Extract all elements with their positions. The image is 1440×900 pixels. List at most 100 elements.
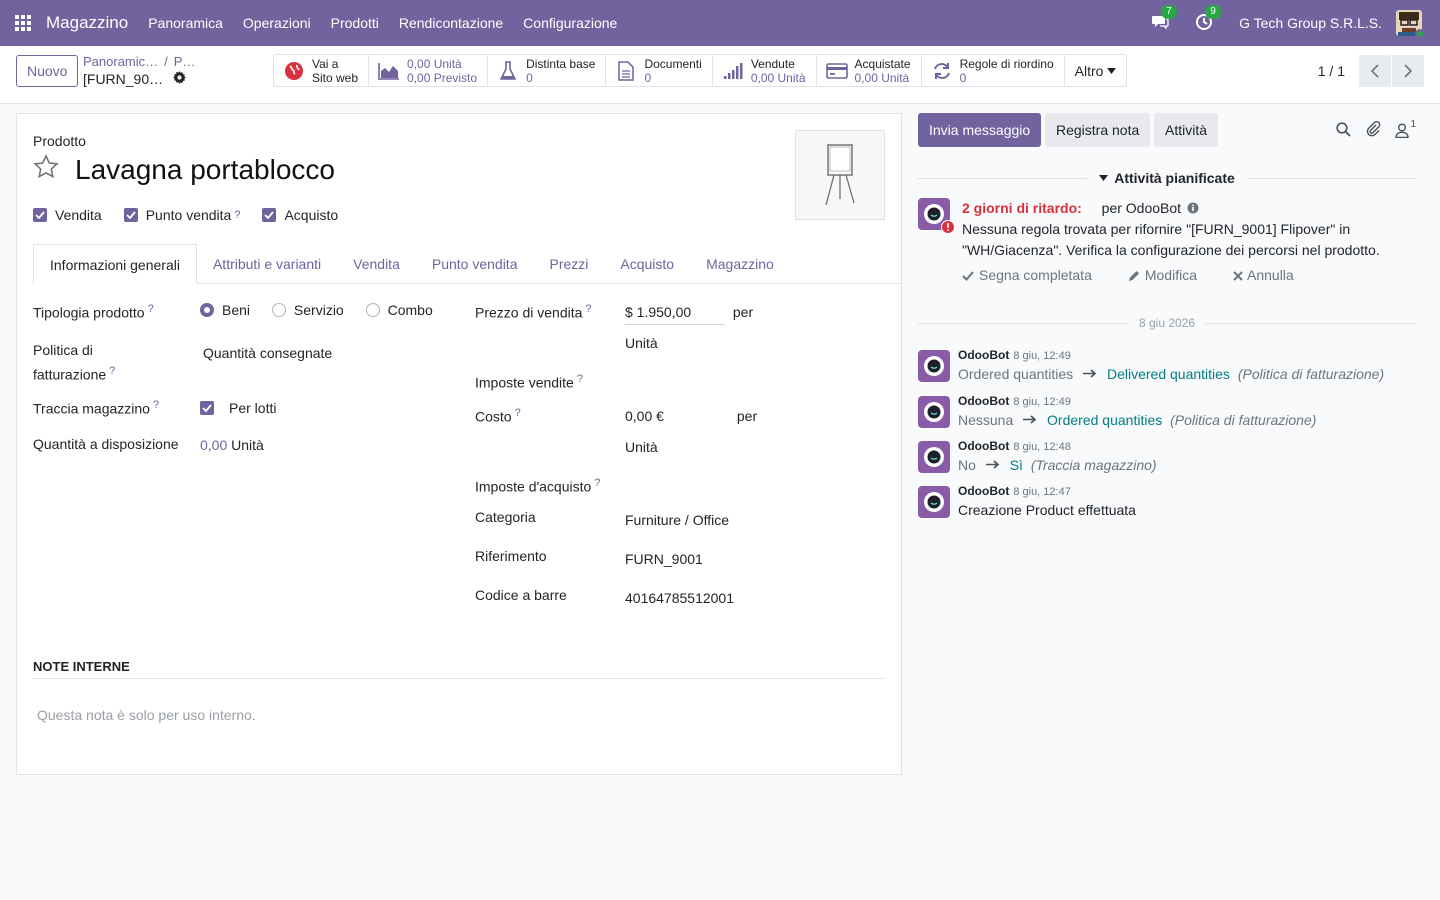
mark-done-button[interactable]: Segna completata <box>962 265 1110 286</box>
message-text: Creazione Product effettuata <box>958 502 1136 518</box>
chevron-left-icon <box>1371 64 1379 78</box>
user-avatar[interactable] <box>1396 10 1425 39</box>
smart-button-website-line1: Vai a <box>312 56 339 71</box>
product-type-label: Tipologia prodotto? <box>33 299 154 324</box>
can-be-purchased-checkbox[interactable]: Acquisto <box>262 207 338 223</box>
tab-prices[interactable]: Prezzi <box>533 244 604 284</box>
invoice-policy-value[interactable]: Quantità consegnate <box>203 345 332 361</box>
help-tooltip-icon[interactable]: ? <box>577 373 583 385</box>
category-label: Categoria <box>475 509 536 525</box>
help-tooltip-icon[interactable]: ? <box>109 365 115 377</box>
reference-label: Riferimento <box>475 548 547 564</box>
cancel-activity-button[interactable]: Annulla <box>1233 265 1312 286</box>
tab-general-information[interactable]: Informazioni generali <box>33 244 197 284</box>
smart-button-sold[interactable]: Vendute 0,00 Unità <box>713 55 817 86</box>
sales-taxes-input[interactable] <box>625 372 865 390</box>
activities-button[interactable]: Attività <box>1154 113 1219 147</box>
cost-unit[interactable]: Unità <box>625 439 658 455</box>
qty-available-value[interactable]: 0,00 <box>200 437 227 453</box>
breadcrumb-item-products[interactable]: P… <box>174 54 196 69</box>
help-tooltip-icon[interactable]: ? <box>234 209 240 221</box>
breadcrumb-item-overview[interactable]: Panoramic… <box>83 54 158 69</box>
user-icon <box>1395 123 1410 138</box>
caret-down-icon <box>1107 67 1117 74</box>
tab-purchase[interactable]: Acquisto <box>604 244 690 284</box>
menu-operazioni[interactable]: Operazioni <box>243 15 311 31</box>
category-value[interactable]: Furniture / Office <box>625 512 729 528</box>
cost-input[interactable]: 0,00 € <box>625 408 733 424</box>
followers-button[interactable]: 1 <box>1395 119 1416 138</box>
pager-value[interactable]: 1 / 1 <box>1318 63 1345 79</box>
record-name-text: [FURN_90… <box>83 71 164 87</box>
gear-icon[interactable] <box>173 71 187 87</box>
product-title[interactable]: Lavagna portablocco <box>75 154 335 186</box>
help-tooltip-icon[interactable]: ? <box>148 303 154 315</box>
send-message-button[interactable]: Invia messaggio <box>918 113 1042 147</box>
breadcrumb: Panoramic… / P… <box>83 54 196 69</box>
sale-price-unit[interactable]: Unità <box>625 335 658 351</box>
company-switcher[interactable]: G Tech Group S.R.L.S. <box>1239 15 1382 31</box>
radio-selected-icon <box>200 303 214 317</box>
sale-price-label: Prezzo di vendita? <box>475 299 592 324</box>
menu-panoramica[interactable]: Panoramica <box>148 15 223 31</box>
paperclip-icon[interactable] <box>1365 120 1381 140</box>
point-of-sale-checkbox[interactable]: Punto vendita? <box>123 207 240 223</box>
menu-configurazione[interactable]: Configurazione <box>523 15 617 31</box>
menu-prodotti[interactable]: Prodotti <box>331 15 379 31</box>
barcode-value[interactable]: 40164785512001 <box>625 590 734 606</box>
log-note-button[interactable]: Registra nota <box>1045 113 1151 147</box>
tab-sales[interactable]: Vendita <box>337 244 416 284</box>
smart-button-purchased[interactable]: Acquistate 0,00 Unità <box>817 55 922 86</box>
product-type-goods-radio[interactable]: Beni <box>200 302 250 318</box>
qty-available-unit: Unità <box>231 437 264 453</box>
message-author-name: OdooBot <box>958 348 1010 362</box>
help-tooltip-icon[interactable]: ? <box>153 399 159 411</box>
search-icon[interactable] <box>1336 121 1352 140</box>
followers-count: 1 <box>1410 119 1416 130</box>
arrow-right-icon <box>985 460 1000 469</box>
sale-price-input[interactable]: $ 1.950,00 <box>625 304 725 325</box>
smart-button-website[interactable]: Vai a Sito web <box>274 55 370 86</box>
online-status-dot <box>1415 29 1425 39</box>
new-button[interactable]: Nuovo <box>16 55 79 87</box>
info-icon[interactable] <box>1187 202 1199 214</box>
track-inventory-checkbox[interactable] <box>200 401 214 415</box>
product-image[interactable] <box>795 130 885 220</box>
can-be-sold-checkbox[interactable]: Vendita <box>33 207 102 223</box>
track-inventory-mode[interactable]: Per lotti <box>229 400 276 416</box>
apps-menu-icon[interactable] <box>0 0 46 46</box>
smart-button-reorder-rules-count: 0 <box>959 70 967 85</box>
tab-point-of-sale[interactable]: Punto vendita <box>416 244 534 284</box>
help-tooltip-icon[interactable]: ? <box>515 407 521 419</box>
smart-button-reorder-rules[interactable]: Regole di riordino 0 <box>922 55 1065 86</box>
pager-previous-button[interactable] <box>1359 55 1391 87</box>
radio-unselected-icon <box>271 303 286 317</box>
record-type-label: Prodotto <box>33 133 86 149</box>
planned-activities-header[interactable]: Attività pianificate <box>918 169 1416 187</box>
product-type-service-radio[interactable]: Servizio <box>271 302 344 318</box>
pager-next-button[interactable] <box>1392 55 1424 87</box>
edit-activity-button[interactable]: Modifica <box>1128 265 1215 286</box>
mark-done-label: Segna completata <box>979 267 1092 283</box>
tab-inventory[interactable]: Magazzino <box>690 244 790 284</box>
reference-value[interactable]: FURN_9001 <box>625 551 703 567</box>
smart-button-forecast[interactable]: 0,00 Unità 0,00 Previsto <box>369 55 489 86</box>
messages-icon[interactable]: 7 <box>1151 5 1178 33</box>
track-inventory-field: Per lotti <box>200 400 276 416</box>
activities-clock-icon[interactable]: 9 <box>1195 5 1222 33</box>
pencil-icon <box>1128 270 1139 281</box>
internal-notes-input[interactable]: Questa nota è solo per uso interno. <box>33 707 885 723</box>
smart-button-bom[interactable]: Distinta base 0 <box>488 55 607 86</box>
tab-attributes-variants[interactable]: Attributi e varianti <box>197 244 337 284</box>
smart-button-documents[interactable]: Documenti 0 <box>606 55 713 86</box>
purchase-taxes-input[interactable] <box>625 476 865 494</box>
favorite-star-icon[interactable] <box>33 154 59 183</box>
app-name[interactable]: Magazzino <box>46 13 128 33</box>
edit-activity-label: Modifica <box>1144 267 1197 283</box>
product-type-combo-radio[interactable]: Combo <box>365 302 433 318</box>
menu-rendicontazione[interactable]: Rendicontazione <box>399 15 503 31</box>
help-tooltip-icon[interactable]: ? <box>594 477 600 489</box>
more-dropdown[interactable]: Altro <box>1065 55 1127 86</box>
checkbox-checked-icon <box>262 208 277 222</box>
help-tooltip-icon[interactable]: ? <box>585 303 591 315</box>
